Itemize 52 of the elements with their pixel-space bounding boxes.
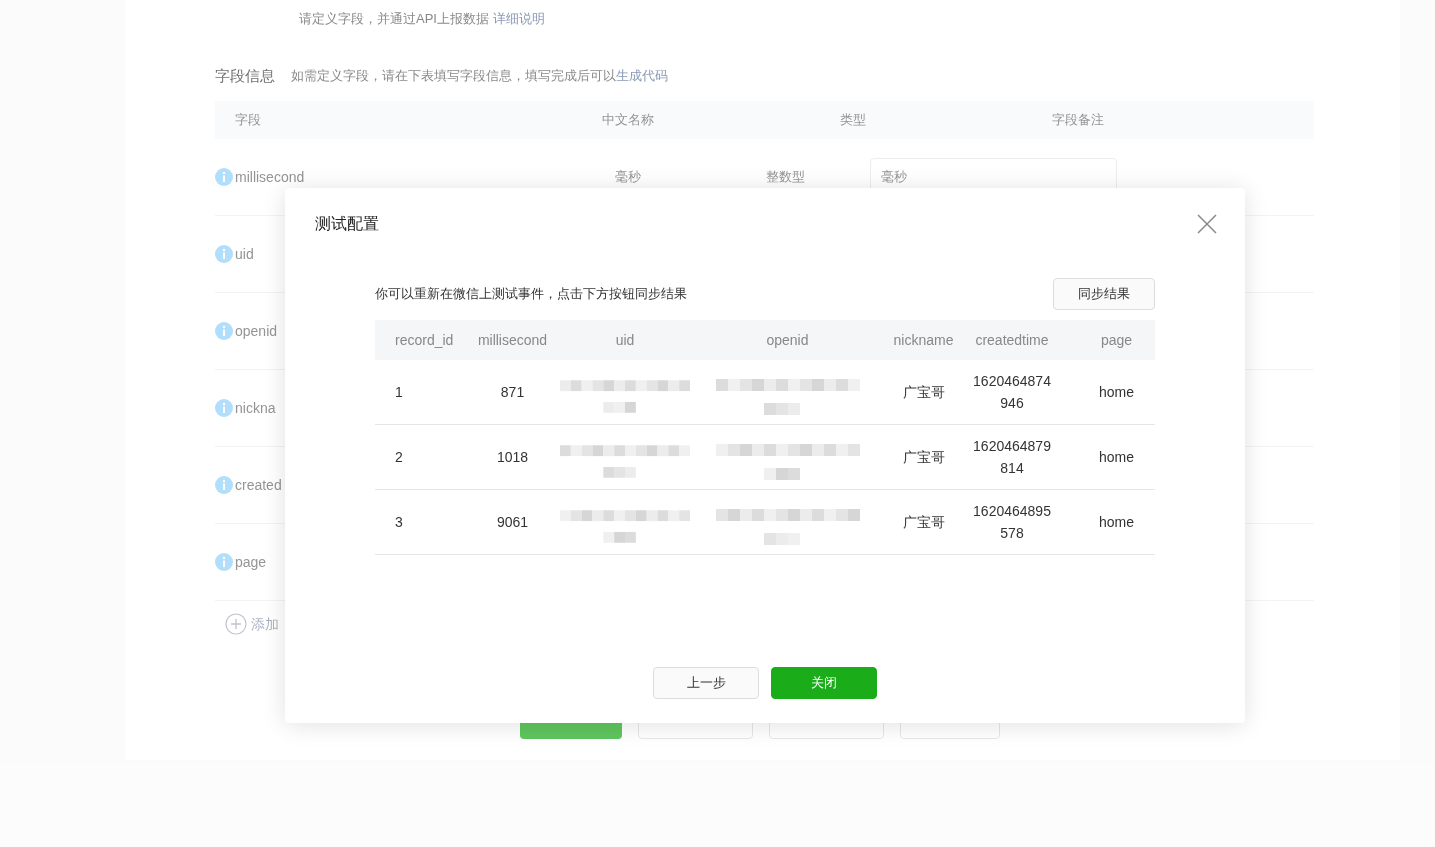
field-name: page (235, 552, 267, 572)
previous-step-button[interactable]: 上一步 (653, 667, 759, 699)
field-type: 整数型 (765, 169, 805, 185)
table-cell-text: 1620464879814 (972, 437, 1052, 478)
column-header: 中文名称 (601, 112, 654, 128)
table-cell-text: 广宝哥 (902, 447, 945, 467)
info-icon (215, 553, 233, 571)
column-header: 类型 (839, 112, 866, 128)
field-name: nickna (235, 398, 276, 418)
table-cell-text: 广宝哥 (902, 512, 945, 532)
info-icon (215, 245, 233, 263)
info-icon (215, 399, 233, 417)
section-title: 字段信息 (215, 65, 275, 86)
sync-button[interactable]: 同步结果 (1053, 278, 1155, 310)
field-cn-name: 毫秒 (614, 169, 641, 185)
field-name: openid (235, 321, 278, 341)
field-name: created (235, 475, 282, 495)
info-icon (215, 168, 233, 186)
detail-link[interactable]: 详细说明 (492, 11, 545, 26)
table-cell-text: 2 (395, 447, 403, 467)
table-cell-text: 3 (395, 512, 403, 532)
column-header: createdtime (975, 330, 1049, 350)
close-icon[interactable] (1197, 214, 1217, 234)
table-cell-text: 1620464895578 (972, 502, 1052, 543)
table-cell-text: home (1099, 512, 1134, 532)
table-cell-text: home (1099, 447, 1134, 467)
section-description: 如需定义字段，请在下表填写字段信息，填写完成后可以生成代码 (291, 67, 668, 85)
info-icon (215, 322, 233, 340)
add-field-link[interactable]: 添加 (251, 613, 279, 635)
column-header: record_id (395, 330, 454, 350)
generate-code-link[interactable]: 生成代码 (616, 68, 668, 83)
table-cell-text: 1 (395, 382, 403, 402)
dialog-description: 你可以重新在微信上测试事件，点击下方按钮同步结果 (375, 285, 687, 304)
table-cell-text: 广宝哥 (902, 382, 945, 402)
column-header: nickname (893, 330, 954, 350)
close-button[interactable]: 关闭 (771, 667, 877, 699)
dialog-title: 测试配置 (315, 214, 379, 234)
table-cell-text: 1620464874946 (972, 372, 1052, 413)
column-header: openid (766, 330, 809, 350)
info-icon (215, 476, 233, 494)
column-header: page (1100, 330, 1133, 350)
table-cell-text: 871 (500, 382, 525, 402)
column-header: uid (615, 330, 635, 350)
hint-text: 请定义字段，并通过API上报数据 (299, 11, 489, 26)
column-header: 字段 (235, 112, 261, 128)
column-header: millisecond (477, 330, 548, 350)
table-cell-text: home (1099, 382, 1134, 402)
field-name: uid (235, 244, 254, 264)
column-header: 字段备注 (1051, 112, 1104, 128)
table-cell-text: 1018 (496, 447, 529, 467)
field-name: millisecond (235, 167, 305, 187)
table-cell-text: 9061 (496, 512, 529, 532)
